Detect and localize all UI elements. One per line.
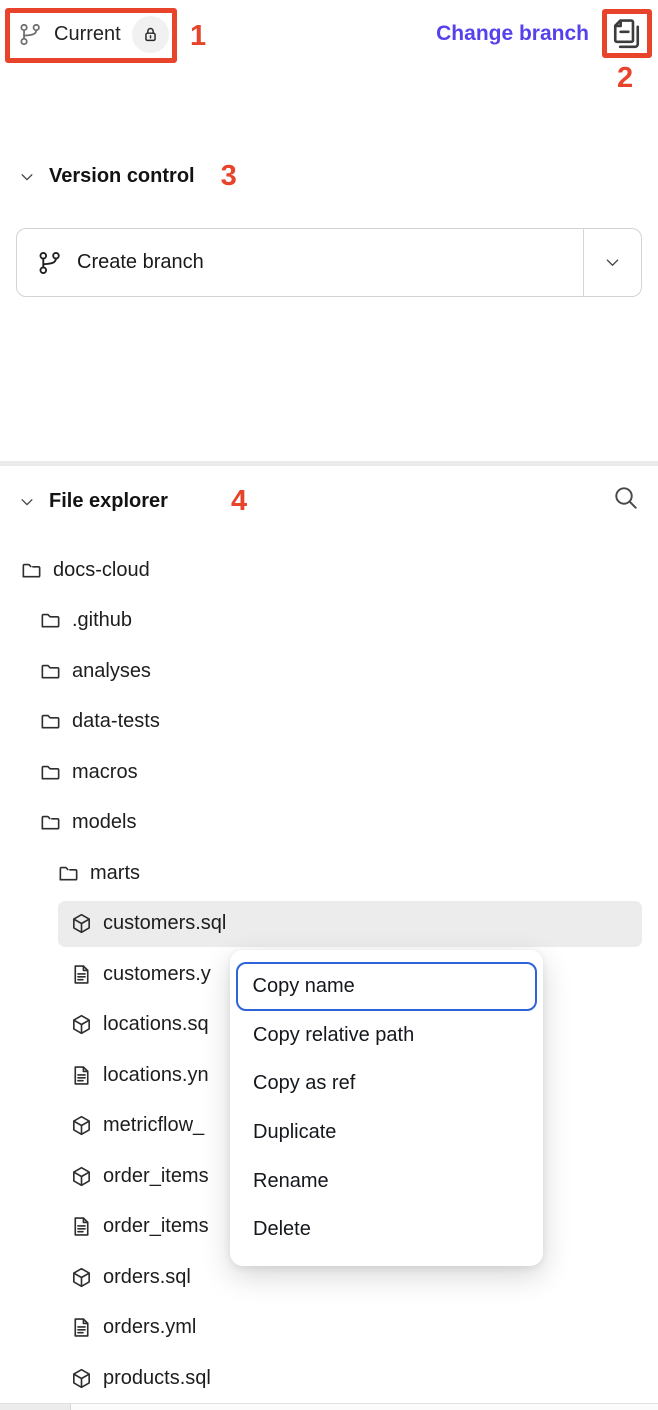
folder-icon (39, 660, 62, 683)
chevron-down-icon[interactable] (18, 168, 36, 186)
scrollbar-corner (0, 1404, 71, 1410)
file-tree-item-macros[interactable]: macros (0, 747, 658, 798)
file-tree-item-orders.yml[interactable]: orders.yml (0, 1303, 658, 1354)
file-name: products.sql (103, 1367, 211, 1390)
lock-icon (140, 24, 161, 45)
file-name: analyses (72, 660, 151, 683)
file-tree-item-marts[interactable]: marts (0, 848, 658, 899)
chevron-down-icon[interactable] (18, 493, 36, 511)
annotation-number-4: 4 (231, 487, 247, 516)
ide-sidebar: Current 1 Change branch 2 Version contro… (0, 0, 658, 1410)
context-menu-item-delete[interactable]: Delete (236, 1205, 537, 1254)
file-name: models (72, 811, 136, 834)
file-tree-item-models[interactable]: models (0, 798, 658, 849)
file-explorer-title: File explorer (49, 490, 168, 513)
folder-icon (39, 710, 62, 733)
folder-icon (39, 761, 62, 784)
folder-open-icon (20, 559, 43, 582)
annotation-number-1: 1 (190, 22, 206, 51)
branch-readonly-badge (132, 16, 169, 53)
model-icon (70, 1114, 93, 1137)
folder-open-icon (39, 811, 62, 834)
file-icon (70, 963, 93, 986)
version-control-header: Version control 3 (18, 162, 237, 191)
file-name: .github (72, 609, 132, 632)
file-tree-item-analyses[interactable]: analyses (0, 646, 658, 697)
file-name: docs-cloud (53, 559, 150, 582)
bottom-edge (0, 1403, 658, 1410)
model-icon (70, 912, 93, 935)
copy-branch-name-button[interactable] (608, 15, 645, 52)
copy-icon (608, 15, 645, 52)
file-tree-item-.github[interactable]: .github (0, 596, 658, 647)
current-branch-button[interactable]: Current (18, 15, 169, 53)
file-explorer-header: File explorer 4 (18, 487, 640, 516)
file-icon (70, 1316, 93, 1339)
context-menu-item-copy-relative-path[interactable]: Copy relative path (236, 1011, 537, 1060)
file-name: locations.yn (103, 1064, 209, 1087)
file-name: metricflow_ (103, 1114, 204, 1137)
file-icon (70, 1064, 93, 1087)
file-context-menu: Copy nameCopy relative pathCopy as refDu… (230, 950, 543, 1266)
version-control-section: Version control 3 Create branch (0, 68, 658, 461)
model-icon (70, 1367, 93, 1390)
file-tree-item-customers.sql[interactable]: customers.sql (0, 899, 658, 950)
file-name: customers.sql (103, 912, 226, 935)
file-name: data-tests (72, 710, 160, 733)
search-icon[interactable] (612, 484, 640, 512)
context-menu-item-duplicate[interactable]: Duplicate (236, 1108, 537, 1157)
file-name: orders.yml (103, 1316, 196, 1339)
model-icon (70, 1013, 93, 1036)
context-menu-item-copy-as-ref[interactable]: Copy as ref (236, 1059, 537, 1108)
folder-icon (39, 609, 62, 632)
file-name: macros (72, 761, 138, 784)
create-branch-label: Create branch (77, 251, 204, 274)
git-branch-icon (37, 250, 63, 276)
context-menu-item-copy-name[interactable]: Copy name (236, 962, 537, 1011)
file-name: order_items (103, 1165, 209, 1188)
annotation-number-3: 3 (221, 162, 237, 191)
git-branch-icon (18, 22, 43, 47)
version-control-title: Version control (49, 165, 195, 188)
branch-toolbar: Current 1 Change branch (0, 0, 658, 69)
file-name: marts (90, 862, 140, 885)
annotation-number-2: 2 (617, 64, 633, 93)
model-icon (70, 1165, 93, 1188)
file-tree-item-docs-cloud[interactable]: docs-cloud (0, 545, 658, 596)
file-name: locations.sq (103, 1013, 209, 1036)
file-name: customers.y (103, 963, 211, 986)
file-name: orders.sql (103, 1266, 191, 1289)
file-name: order_items (103, 1215, 209, 1238)
create-branch-button[interactable]: Create branch (16, 228, 642, 297)
file-tree-item-data-tests[interactable]: data-tests (0, 697, 658, 748)
model-icon (70, 1266, 93, 1289)
file-icon (70, 1215, 93, 1238)
create-branch-dropdown-toggle[interactable] (583, 229, 641, 296)
current-branch-label: Current (54, 23, 121, 46)
folder-open-icon (57, 862, 80, 885)
change-branch-link[interactable]: Change branch (436, 22, 589, 46)
context-menu-item-rename[interactable]: Rename (236, 1157, 537, 1206)
file-tree-item-products.sql[interactable]: products.sql (0, 1353, 658, 1404)
